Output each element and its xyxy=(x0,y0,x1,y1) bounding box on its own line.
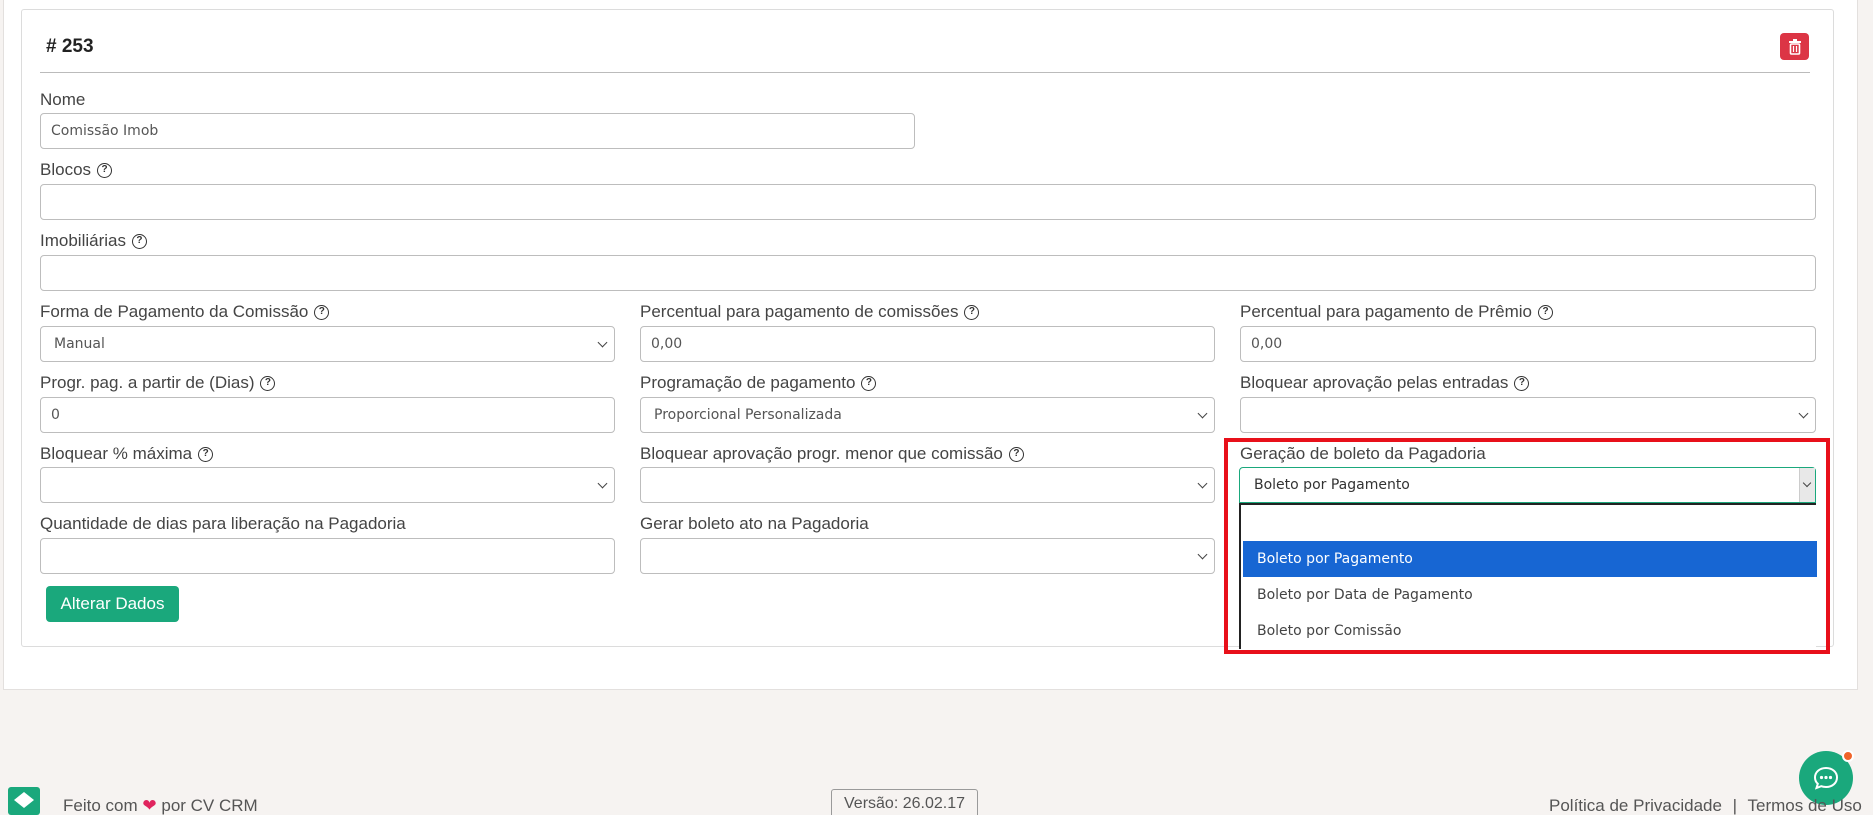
nome-input[interactable]: Comissão Imob xyxy=(40,113,915,149)
nome-label: Nome xyxy=(40,90,86,109)
help-icon[interactable]: ? xyxy=(1008,446,1024,462)
programacao-pagamento-label: Programação de pagamento ? xyxy=(640,373,877,393)
bloquear-aprovacao-progr-label: Bloquear aprovação progr. menor que comi… xyxy=(640,444,1024,464)
help-icon[interactable]: ? xyxy=(1538,304,1554,320)
heart-icon: ❤ xyxy=(142,796,157,815)
forma-pagamento-select[interactable]: Manual xyxy=(40,326,615,362)
help-icon[interactable]: ? xyxy=(1514,375,1530,391)
terms-link[interactable]: Termos de Uso xyxy=(1748,796,1862,815)
chevron-down-icon xyxy=(1197,549,1208,560)
imobiliarias-label: Imobiliárias ? xyxy=(40,231,147,251)
progr-dias-label: Progr. pag. a partir de (Dias) ? xyxy=(40,373,276,393)
qtd-dias-liberacao-label: Quantidade de dias para liberação na Pag… xyxy=(40,514,406,533)
blocos-input[interactable] xyxy=(40,184,1816,220)
chevron-down-icon xyxy=(1197,408,1208,419)
imobiliarias-input[interactable] xyxy=(40,255,1816,291)
chevron-down-icon xyxy=(597,337,608,348)
progr-dias-input[interactable]: 0 xyxy=(40,397,615,433)
alterar-dados-button[interactable]: Alterar Dados xyxy=(46,586,179,622)
delete-button[interactable] xyxy=(1780,33,1809,60)
percentual-premio-input[interactable]: 0,00 xyxy=(1240,326,1816,362)
forma-pagamento-label: Forma de Pagamento da Comissão ? xyxy=(40,302,330,322)
bloquear-aprovacao-entradas-label: Bloquear aprovação pelas entradas ? xyxy=(1240,373,1530,393)
percentual-comissoes-input[interactable]: 0,00 xyxy=(640,326,1215,362)
percentual-premio-label: Percentual para pagamento de Prêmio ? xyxy=(1240,302,1554,322)
qtd-dias-liberacao-input[interactable] xyxy=(40,538,615,574)
bloquear-pct-maxima-select[interactable] xyxy=(40,467,615,503)
help-icon[interactable]: ? xyxy=(314,304,330,320)
version-badge: Versão: 26.02.17 xyxy=(831,789,978,815)
chat-icon xyxy=(1813,766,1839,790)
help-icon[interactable]: ? xyxy=(260,375,276,391)
bloquear-pct-maxima-label: Bloquear % máxima ? xyxy=(40,444,214,464)
record-title: # 253 xyxy=(46,36,94,57)
help-icon[interactable]: ? xyxy=(131,233,147,249)
highlight-box xyxy=(1224,438,1830,654)
help-icon[interactable]: ? xyxy=(198,446,214,462)
title-divider xyxy=(40,72,1810,73)
help-icon[interactable]: ? xyxy=(861,375,877,391)
bloquear-aprovacao-entradas-select[interactable] xyxy=(1240,397,1816,433)
notification-dot xyxy=(1842,750,1854,762)
gerar-boleto-ato-select[interactable] xyxy=(640,538,1215,574)
chevron-down-icon xyxy=(597,478,608,489)
chevron-down-icon xyxy=(1197,478,1208,489)
percentual-comissoes-label: Percentual para pagamento de comissões ? xyxy=(640,302,980,322)
privacy-link[interactable]: Política de Privacidade xyxy=(1549,796,1722,815)
footer-links: Política de Privacidade | Termos de Uso xyxy=(1549,796,1862,815)
made-with: Feito com ❤ por CV CRM xyxy=(63,796,258,815)
footer-separator: | xyxy=(1732,796,1738,815)
chevron-down-icon xyxy=(1798,408,1809,419)
help-icon[interactable]: ? xyxy=(964,304,980,320)
blocos-label: Blocos ? xyxy=(40,160,113,180)
programacao-pagamento-select[interactable]: Proporcional Personalizada xyxy=(640,397,1215,433)
gerar-boleto-ato-label: Gerar boleto ato na Pagadoria xyxy=(640,514,869,533)
help-icon[interactable]: ? xyxy=(97,162,113,178)
bloquear-aprovacao-progr-select[interactable] xyxy=(640,467,1215,503)
trash-icon xyxy=(1788,38,1801,55)
cvcrm-logo-icon xyxy=(8,787,40,815)
